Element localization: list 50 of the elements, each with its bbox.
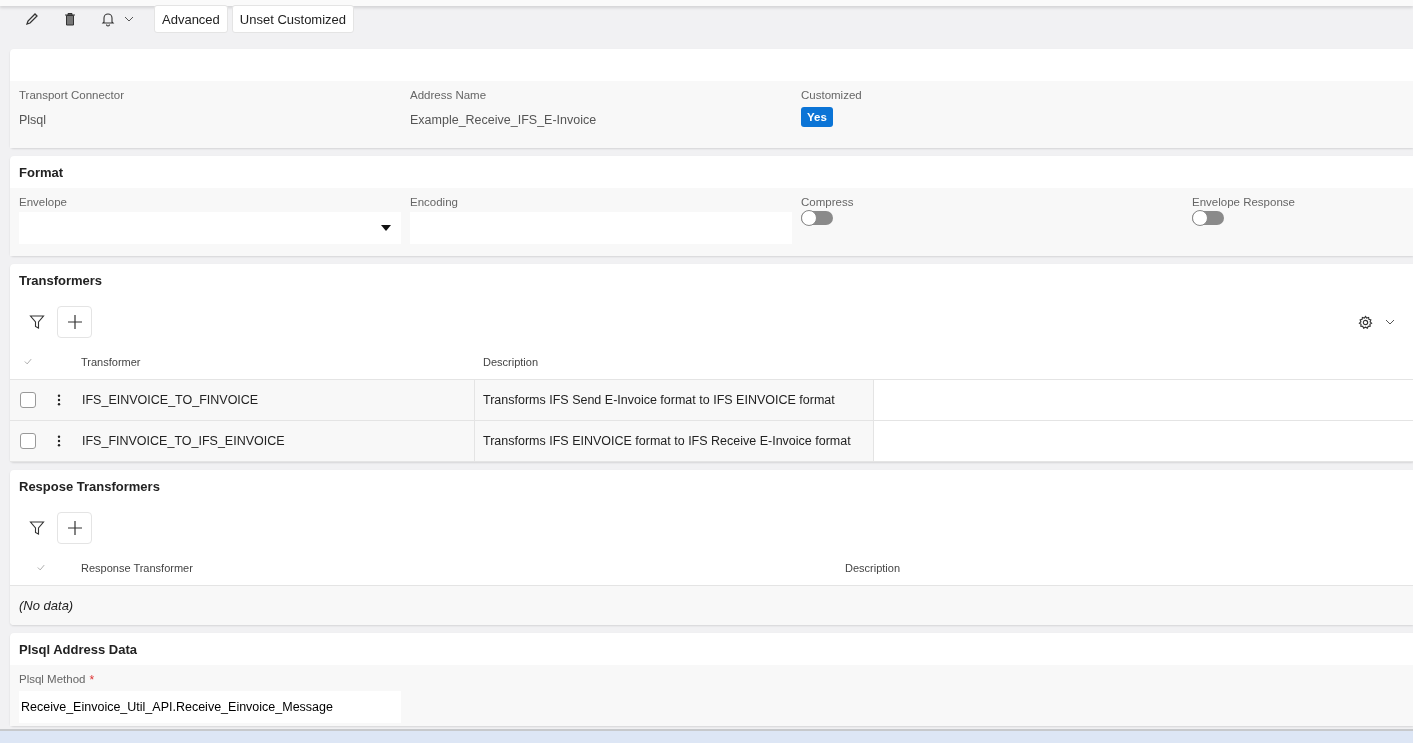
field-label: Envelope Response (1192, 196, 1296, 208)
toolbar-button[interactable]: Advanced (154, 5, 228, 33)
row-checkbox[interactable] (19, 392, 36, 408)
dropdown-field[interactable] (19, 212, 401, 244)
chevron-down-icon[interactable] (124, 16, 134, 22)
field-label: Address Name (410, 89, 488, 101)
section-title: Transformers (18, 272, 104, 290)
status-badge: Yes (801, 107, 833, 127)
more-icon[interactable] (56, 435, 61, 447)
plus-icon (66, 314, 83, 330)
check-icon[interactable] (37, 564, 45, 571)
field-label: Encoding (410, 196, 459, 208)
bell-icon[interactable] (100, 11, 116, 27)
section-title: Format (18, 164, 65, 182)
table-cell: Transforms IFS EINVOICE format to IFS Receive E-Invoice format (474, 421, 874, 461)
field-label: Envelope (19, 196, 68, 208)
column-header[interactable]: Description (836, 561, 1413, 574)
more-icon[interactable] (56, 394, 61, 406)
filter-icon[interactable] (29, 520, 45, 536)
row-checkbox[interactable] (19, 433, 36, 449)
column-header[interactable]: Transformer (72, 355, 474, 368)
field-label: Compress (801, 196, 855, 208)
column-header[interactable]: Description (474, 355, 874, 368)
table-cell-text: IFS_FINVOICE_TO_IFS_EINVOICE (81, 433, 286, 450)
required-marker: * (89, 673, 95, 687)
section-title: Respose Transformers (18, 478, 161, 496)
field-label: Customized (801, 89, 863, 101)
settings-icon[interactable] (1358, 314, 1373, 330)
field-value: Example_Receive_IFS_E-Invoice (410, 113, 598, 127)
toggle-switch[interactable] (801, 211, 833, 225)
section-title: Plsql Address Data (18, 641, 138, 659)
delete-icon[interactable] (62, 11, 78, 27)
field-label: Plsql Method (19, 673, 86, 687)
input-field[interactable]: Receive_Einvoice_Util_API.Receive_Einvoice_Message (19, 691, 401, 723)
toolbar-button[interactable]: Unset Customized (231, 5, 355, 33)
toggle-switch[interactable] (1192, 211, 1224, 225)
table-cell: Transforms IFS Send E-Invoice format to IFS EINVOICE format (474, 380, 874, 420)
field-label: Transport Connector (19, 89, 126, 101)
add-button[interactable] (57, 512, 92, 544)
filter-icon[interactable] (29, 314, 45, 330)
add-button[interactable] (57, 306, 92, 338)
chevron-down-icon[interactable] (1385, 319, 1395, 325)
empty-message: (No data) (19, 598, 74, 613)
column-header[interactable]: Response Transformer (72, 561, 836, 574)
dropdown-arrow-icon (381, 225, 391, 231)
check-icon[interactable] (23, 358, 32, 365)
plus-icon (66, 520, 83, 536)
table-cell-text: IFS_EINVOICE_TO_FINVOICE (81, 392, 260, 409)
field-value: Plsql (19, 113, 48, 127)
edit-icon[interactable] (24, 11, 40, 27)
